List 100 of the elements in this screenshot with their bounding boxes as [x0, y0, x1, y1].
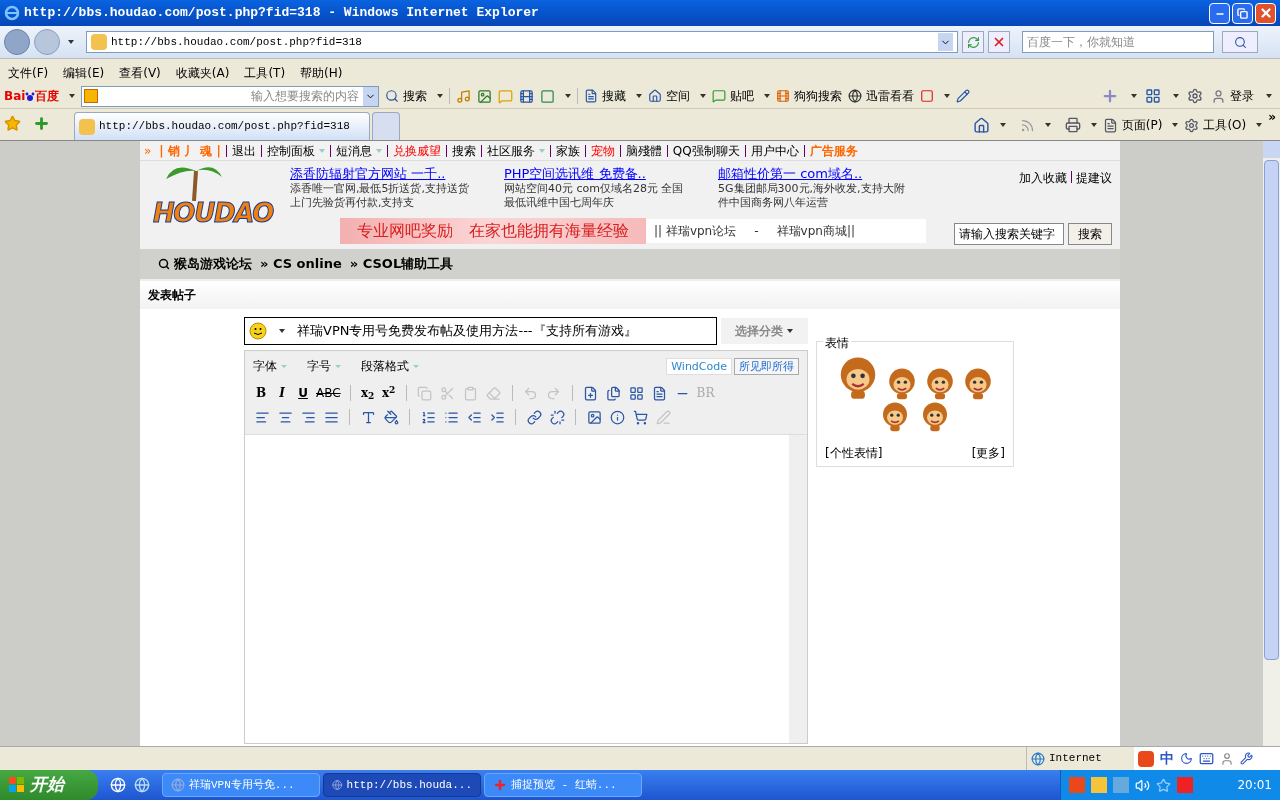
- smiley-icon[interactable]: [249, 322, 267, 340]
- restore-button[interactable]: [1232, 2, 1253, 24]
- cart-icon[interactable]: [631, 408, 649, 426]
- ad-link[interactable]: PHP空间选讯维 免费备..: [504, 165, 694, 182]
- page-menu-button[interactable]: 页面(P): [1102, 116, 1163, 134]
- star-icon[interactable]: [1156, 777, 1171, 793]
- toolbar-button[interactable]: 搜藏: [584, 87, 627, 105]
- caret-icon: [944, 94, 951, 98]
- print-icon[interactable]: [1064, 117, 1081, 133]
- subject-field[interactable]: 祥瑞VPN专用号免费发布帖及使用方法---『支持所有游戏』: [244, 317, 717, 345]
- forum-search-field[interactable]: 请输入搜索关键字: [954, 223, 1064, 245]
- nav-link[interactable]: 控制面板: [266, 141, 325, 160]
- link-icon[interactable]: [525, 408, 543, 426]
- nav-link[interactable]: 短消息: [335, 141, 382, 160]
- nav-link[interactable]: 宠物: [590, 141, 615, 160]
- suggest-link[interactable]: 提建议: [1076, 169, 1112, 187]
- nav-link[interactable]: 退出: [231, 141, 256, 160]
- format-button[interactable]: B: [253, 384, 269, 402]
- nav-link[interactable]: 用户中心: [750, 141, 799, 160]
- tools-menu-button[interactable]: 工具(O): [1184, 116, 1247, 134]
- ad-link[interactable]: 邮箱性价第一 com域名..: [718, 165, 908, 182]
- editor-dropdown[interactable]: 字号: [307, 357, 341, 375]
- breadcrumb-link[interactable]: » CSOL辅助工具: [349, 254, 454, 274]
- nav-link[interactable]: 搜索: [451, 141, 476, 160]
- stop-button[interactable]: [988, 31, 1010, 53]
- minimize-button[interactable]: [1209, 2, 1230, 24]
- forum-search-button[interactable]: 搜索: [1068, 223, 1112, 245]
- format-button[interactable]: I: [274, 384, 290, 402]
- caret-icon: [279, 329, 285, 333]
- search-field[interactable]: 百度一下，你就知道: [1022, 31, 1214, 53]
- format-button[interactable]: x$^{2}$: [380, 384, 397, 402]
- toolbar-button[interactable]: 迅雷看看: [848, 87, 915, 105]
- nav-link[interactable]: 脑殘體: [625, 141, 662, 160]
- menu-item[interactable]: 工具(T): [244, 64, 286, 82]
- caret-icon: [1172, 123, 1179, 127]
- mode-tab[interactable]: 所见即所得: [734, 357, 799, 375]
- nav-link[interactable]: QQ强制聊天: [672, 141, 740, 160]
- refresh-button[interactable]: [962, 31, 984, 53]
- search-button[interactable]: [1222, 31, 1258, 53]
- format-button[interactable]: U: [295, 384, 311, 402]
- add-favorite-icon[interactable]: [33, 115, 50, 132]
- menu-item[interactable]: 编辑(E): [63, 64, 105, 82]
- grid-icon[interactable]: [1145, 88, 1161, 104]
- close-button[interactable]: [1255, 2, 1276, 24]
- info-icon[interactable]: [608, 408, 626, 426]
- image-icon[interactable]: [585, 408, 603, 426]
- menu-item[interactable]: 帮助(H): [300, 64, 343, 82]
- film-icon[interactable]: [519, 88, 535, 104]
- editor-dropdown[interactable]: 字体: [253, 357, 287, 375]
- ad-link[interactable]: 添香防辐射官方网站 一千..: [290, 165, 480, 182]
- header-link[interactable]: -: [754, 222, 759, 240]
- fill-color-icon[interactable]: [382, 408, 400, 426]
- format-button[interactable]: ABC: [316, 384, 341, 402]
- globe-icon[interactable]: [134, 777, 150, 793]
- table-icon[interactable]: [627, 384, 646, 402]
- home-icon[interactable]: [972, 116, 990, 134]
- more-smilies-link[interactable]: [更多]: [971, 444, 1005, 462]
- volume-icon[interactable]: [1135, 777, 1150, 793]
- ime-mode[interactable]: 中: [1160, 748, 1174, 769]
- back-button[interactable]: [4, 29, 30, 55]
- unlink-icon[interactable]: [548, 408, 566, 426]
- moon-icon: [1180, 752, 1193, 765]
- plus-icon[interactable]: [1101, 87, 1119, 105]
- settings-icon[interactable]: [1187, 88, 1203, 104]
- login-button[interactable]: 登录: [1211, 87, 1254, 105]
- toolbar-button[interactable]: 贴吧: [712, 87, 755, 105]
- format-button[interactable]: x$_{2}$: [359, 384, 376, 402]
- documents-icon[interactable]: [604, 384, 623, 402]
- start-button[interactable]: 开始: [0, 770, 98, 800]
- scrollbar[interactable]: [1263, 141, 1280, 746]
- caret-icon: [68, 40, 74, 44]
- browser-tab[interactable]: http://bbs.houdao.com/post.php?fid=318: [74, 112, 370, 140]
- favorites-star-icon[interactable]: [4, 115, 21, 132]
- favorite-link[interactable]: 加入收藏: [1019, 169, 1067, 187]
- address-field[interactable]: http://bbs.houdao.com/post.php?fid=318: [86, 31, 958, 53]
- menu-item[interactable]: 文件(F): [8, 64, 49, 82]
- menu-item[interactable]: 收藏夹(A): [175, 64, 230, 82]
- toolbar-button[interactable]: 空间: [648, 87, 691, 105]
- menu-item[interactable]: 查看(V): [119, 64, 161, 82]
- toolbar-search-field[interactable]: 输入想要搜索的内容: [81, 85, 380, 107]
- toolbar-button[interactable]: 狗狗搜索: [776, 87, 843, 105]
- keyboard-icon: [1199, 751, 1214, 766]
- pen-icon[interactable]: [956, 89, 971, 103]
- nav-link[interactable]: 兑换威望: [392, 141, 441, 160]
- globe-icon: [171, 778, 185, 792]
- globe-icon: [1031, 751, 1045, 766]
- mode-tab[interactable]: WindCode: [666, 357, 732, 375]
- nav-link[interactable]: 社区服务: [486, 141, 545, 160]
- breadcrumb-link[interactable]: 猴岛游戏论坛: [174, 254, 252, 274]
- music-icon[interactable]: [456, 88, 472, 104]
- header-link[interactable]: || 祥瑞vpn论坛: [654, 222, 737, 240]
- breadcrumb-link[interactable]: » CS online: [260, 254, 342, 274]
- picture-icon[interactable]: [477, 88, 493, 104]
- search-button[interactable]: 搜索: [385, 87, 428, 105]
- header-link[interactable]: 祥瑞vpn商城||: [776, 222, 855, 240]
- taskbar-button[interactable]: http://bbs.houda...: [323, 773, 481, 797]
- nav-link[interactable]: 家族: [555, 141, 580, 160]
- personal-smilies-link[interactable]: [个性表情]: [825, 444, 883, 462]
- more-button[interactable]: »: [1268, 108, 1276, 126]
- editor-dropdown[interactable]: 段落格式: [361, 357, 419, 375]
